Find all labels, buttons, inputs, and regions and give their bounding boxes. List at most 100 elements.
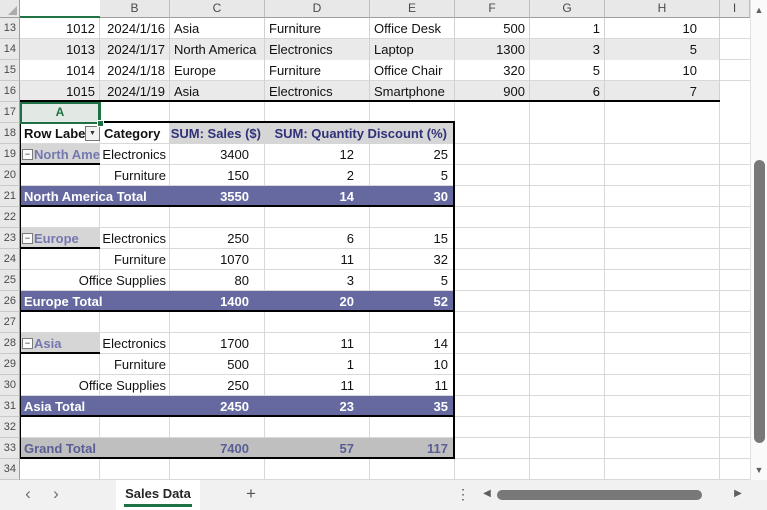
pivot-cell-quantity[interactable]: 11 — [265, 249, 370, 270]
cell-d14[interactable]: Electronics — [265, 39, 370, 60]
row-header-33[interactable]: 33 — [0, 438, 20, 459]
row-header-16[interactable]: 16 — [0, 81, 20, 102]
row-header-13[interactable]: 13 — [0, 18, 20, 39]
pivot-cell-discount[interactable]: 5 — [370, 270, 455, 291]
pivot-cell-quantity[interactable]: 2 — [265, 165, 370, 186]
select-all-button[interactable] — [0, 0, 20, 18]
cell-a15[interactable]: 1014 — [20, 60, 100, 81]
pivot-cell-category[interactable]: Office Supplies — [40, 375, 170, 396]
total-quantity[interactable]: 14 — [265, 186, 370, 207]
cell-h13[interactable]: 10 — [605, 18, 720, 39]
cell-d15[interactable]: Furniture — [265, 60, 370, 81]
scroll-up-icon[interactable]: ▲ — [751, 3, 767, 17]
collapse-group-icon[interactable]: − — [22, 233, 33, 244]
cell-f14[interactable]: 1300 — [455, 39, 530, 60]
total-sales[interactable]: 3550 — [170, 186, 265, 207]
row-header-29[interactable]: 29 — [0, 354, 20, 375]
prev-sheet-icon[interactable]: ‹ — [20, 480, 36, 510]
scroll-right-icon[interactable]: ▶ — [730, 480, 746, 510]
pivot-cell-sales[interactable]: 3400 — [170, 144, 265, 165]
cell-e15[interactable]: Office Chair — [370, 60, 455, 81]
total-discount[interactable]: 30 — [370, 186, 455, 207]
pivot-cell-discount[interactable]: 25 — [370, 144, 455, 165]
cell-b13[interactable]: 2024/1/16 — [100, 18, 170, 39]
cell-f16[interactable]: 900 — [455, 81, 530, 102]
row-header-28[interactable]: 28 — [0, 333, 20, 354]
pivot-cell-sales[interactable]: 1700 — [170, 333, 265, 354]
pivot-cell-sales[interactable]: 250 — [170, 228, 265, 249]
pivot-cell-quantity[interactable]: 11 — [265, 333, 370, 354]
row-header-30[interactable]: 30 — [0, 375, 20, 396]
pivot-cell-sales[interactable]: 500 — [170, 354, 265, 375]
vertical-scrollbar[interactable]: ▲ ▼ — [750, 0, 767, 480]
row-header-25[interactable]: 25 — [0, 270, 20, 291]
grand-total-quantity[interactable]: 57 — [265, 438, 370, 459]
column-header-d[interactable]: D — [265, 0, 370, 18]
column-header-g[interactable]: G — [530, 0, 605, 18]
tab-bar-menu-icon[interactable]: ⋮ — [456, 480, 470, 510]
cell-c13[interactable]: Asia — [170, 18, 265, 39]
pivot-cell-category[interactable]: Furniture — [40, 354, 170, 375]
cell-d16[interactable]: Electronics — [265, 81, 370, 102]
pivot-cell-discount[interactable]: 5 — [370, 165, 455, 186]
grand-total-discount[interactable]: 117 — [370, 438, 455, 459]
row-header-23[interactable]: 23 — [0, 228, 20, 249]
column-header-h[interactable]: H — [605, 0, 720, 18]
cell-g13[interactable]: 1 — [530, 18, 605, 39]
pivot-cell-category[interactable]: Electronics — [40, 228, 170, 249]
cell-e14[interactable]: Laptop — [370, 39, 455, 60]
pivot-cell-quantity[interactable]: 1 — [265, 354, 370, 375]
scroll-down-icon[interactable]: ▼ — [751, 463, 767, 477]
row-header-14[interactable]: 14 — [0, 39, 20, 60]
next-sheet-icon[interactable]: › — [48, 480, 64, 510]
pivot-cell-sales[interactable]: 250 — [170, 375, 265, 396]
cell-f13[interactable]: 500 — [455, 18, 530, 39]
row-header-34[interactable]: 34 — [0, 459, 20, 480]
column-header-f[interactable]: F — [455, 0, 530, 18]
total-sales[interactable]: 2450 — [170, 396, 265, 417]
cell-a16[interactable]: 1015 — [20, 81, 100, 102]
cell-a13[interactable]: 1012 — [20, 18, 100, 39]
cell-b14[interactable]: 2024/1/17 — [100, 39, 170, 60]
pivot-cell-quantity[interactable]: 6 — [265, 228, 370, 249]
cell-a14[interactable]: 1013 — [20, 39, 100, 60]
grand-total-sales[interactable]: 7400 — [170, 438, 265, 459]
cell-c16[interactable]: Asia — [170, 81, 265, 102]
row-header-18[interactable]: 18 — [0, 123, 20, 144]
row-header-27[interactable]: 27 — [0, 312, 20, 333]
pivot-cell-category[interactable]: Furniture — [40, 165, 170, 186]
pivot-cell-discount[interactable]: 15 — [370, 228, 455, 249]
cell-e16[interactable]: Smartphone — [370, 81, 455, 102]
row-header-17[interactable]: 17 — [0, 102, 20, 123]
cell-c14[interactable]: North America — [170, 39, 265, 60]
pivot-cell-discount[interactable]: 11 — [370, 375, 455, 396]
fill-handle[interactable] — [97, 120, 104, 127]
column-header-i[interactable]: I — [720, 0, 750, 18]
pivot-cell-category[interactable]: Electronics — [40, 144, 170, 165]
add-sheet-button[interactable]: + — [241, 480, 261, 510]
row-header-20[interactable]: 20 — [0, 165, 20, 186]
pivot-cell-category[interactable]: Electronics — [40, 333, 170, 354]
total-sales[interactable]: 1400 — [170, 291, 265, 312]
cell-g16[interactable]: 6 — [530, 81, 605, 102]
cell-d13[interactable]: Furniture — [265, 18, 370, 39]
cell-b16[interactable]: 2024/1/19 — [100, 81, 170, 102]
row-header-21[interactable]: 21 — [0, 186, 20, 207]
cell-b15[interactable]: 2024/1/18 — [100, 60, 170, 81]
cell-g14[interactable]: 3 — [530, 39, 605, 60]
horizontal-scrollbar-thumb[interactable] — [497, 490, 702, 500]
pivot-cell-sales[interactable]: 80 — [170, 270, 265, 291]
scroll-left-icon[interactable]: ◀ — [479, 480, 495, 510]
pivot-cell-sales[interactable]: 150 — [170, 165, 265, 186]
pivot-cell-quantity[interactable]: 12 — [265, 144, 370, 165]
pivot-cell-category[interactable]: Furniture — [40, 249, 170, 270]
total-discount[interactable]: 52 — [370, 291, 455, 312]
column-header-c[interactable]: C — [170, 0, 265, 18]
pivot-cell-quantity[interactable]: 3 — [265, 270, 370, 291]
cell-g15[interactable]: 5 — [530, 60, 605, 81]
cell-f15[interactable]: 320 — [455, 60, 530, 81]
row-header-19[interactable]: 19 — [0, 144, 20, 165]
pivot-cell-discount[interactable]: 32 — [370, 249, 455, 270]
cell-h15[interactable]: 10 — [605, 60, 720, 81]
collapse-group-icon[interactable]: − — [22, 338, 33, 349]
